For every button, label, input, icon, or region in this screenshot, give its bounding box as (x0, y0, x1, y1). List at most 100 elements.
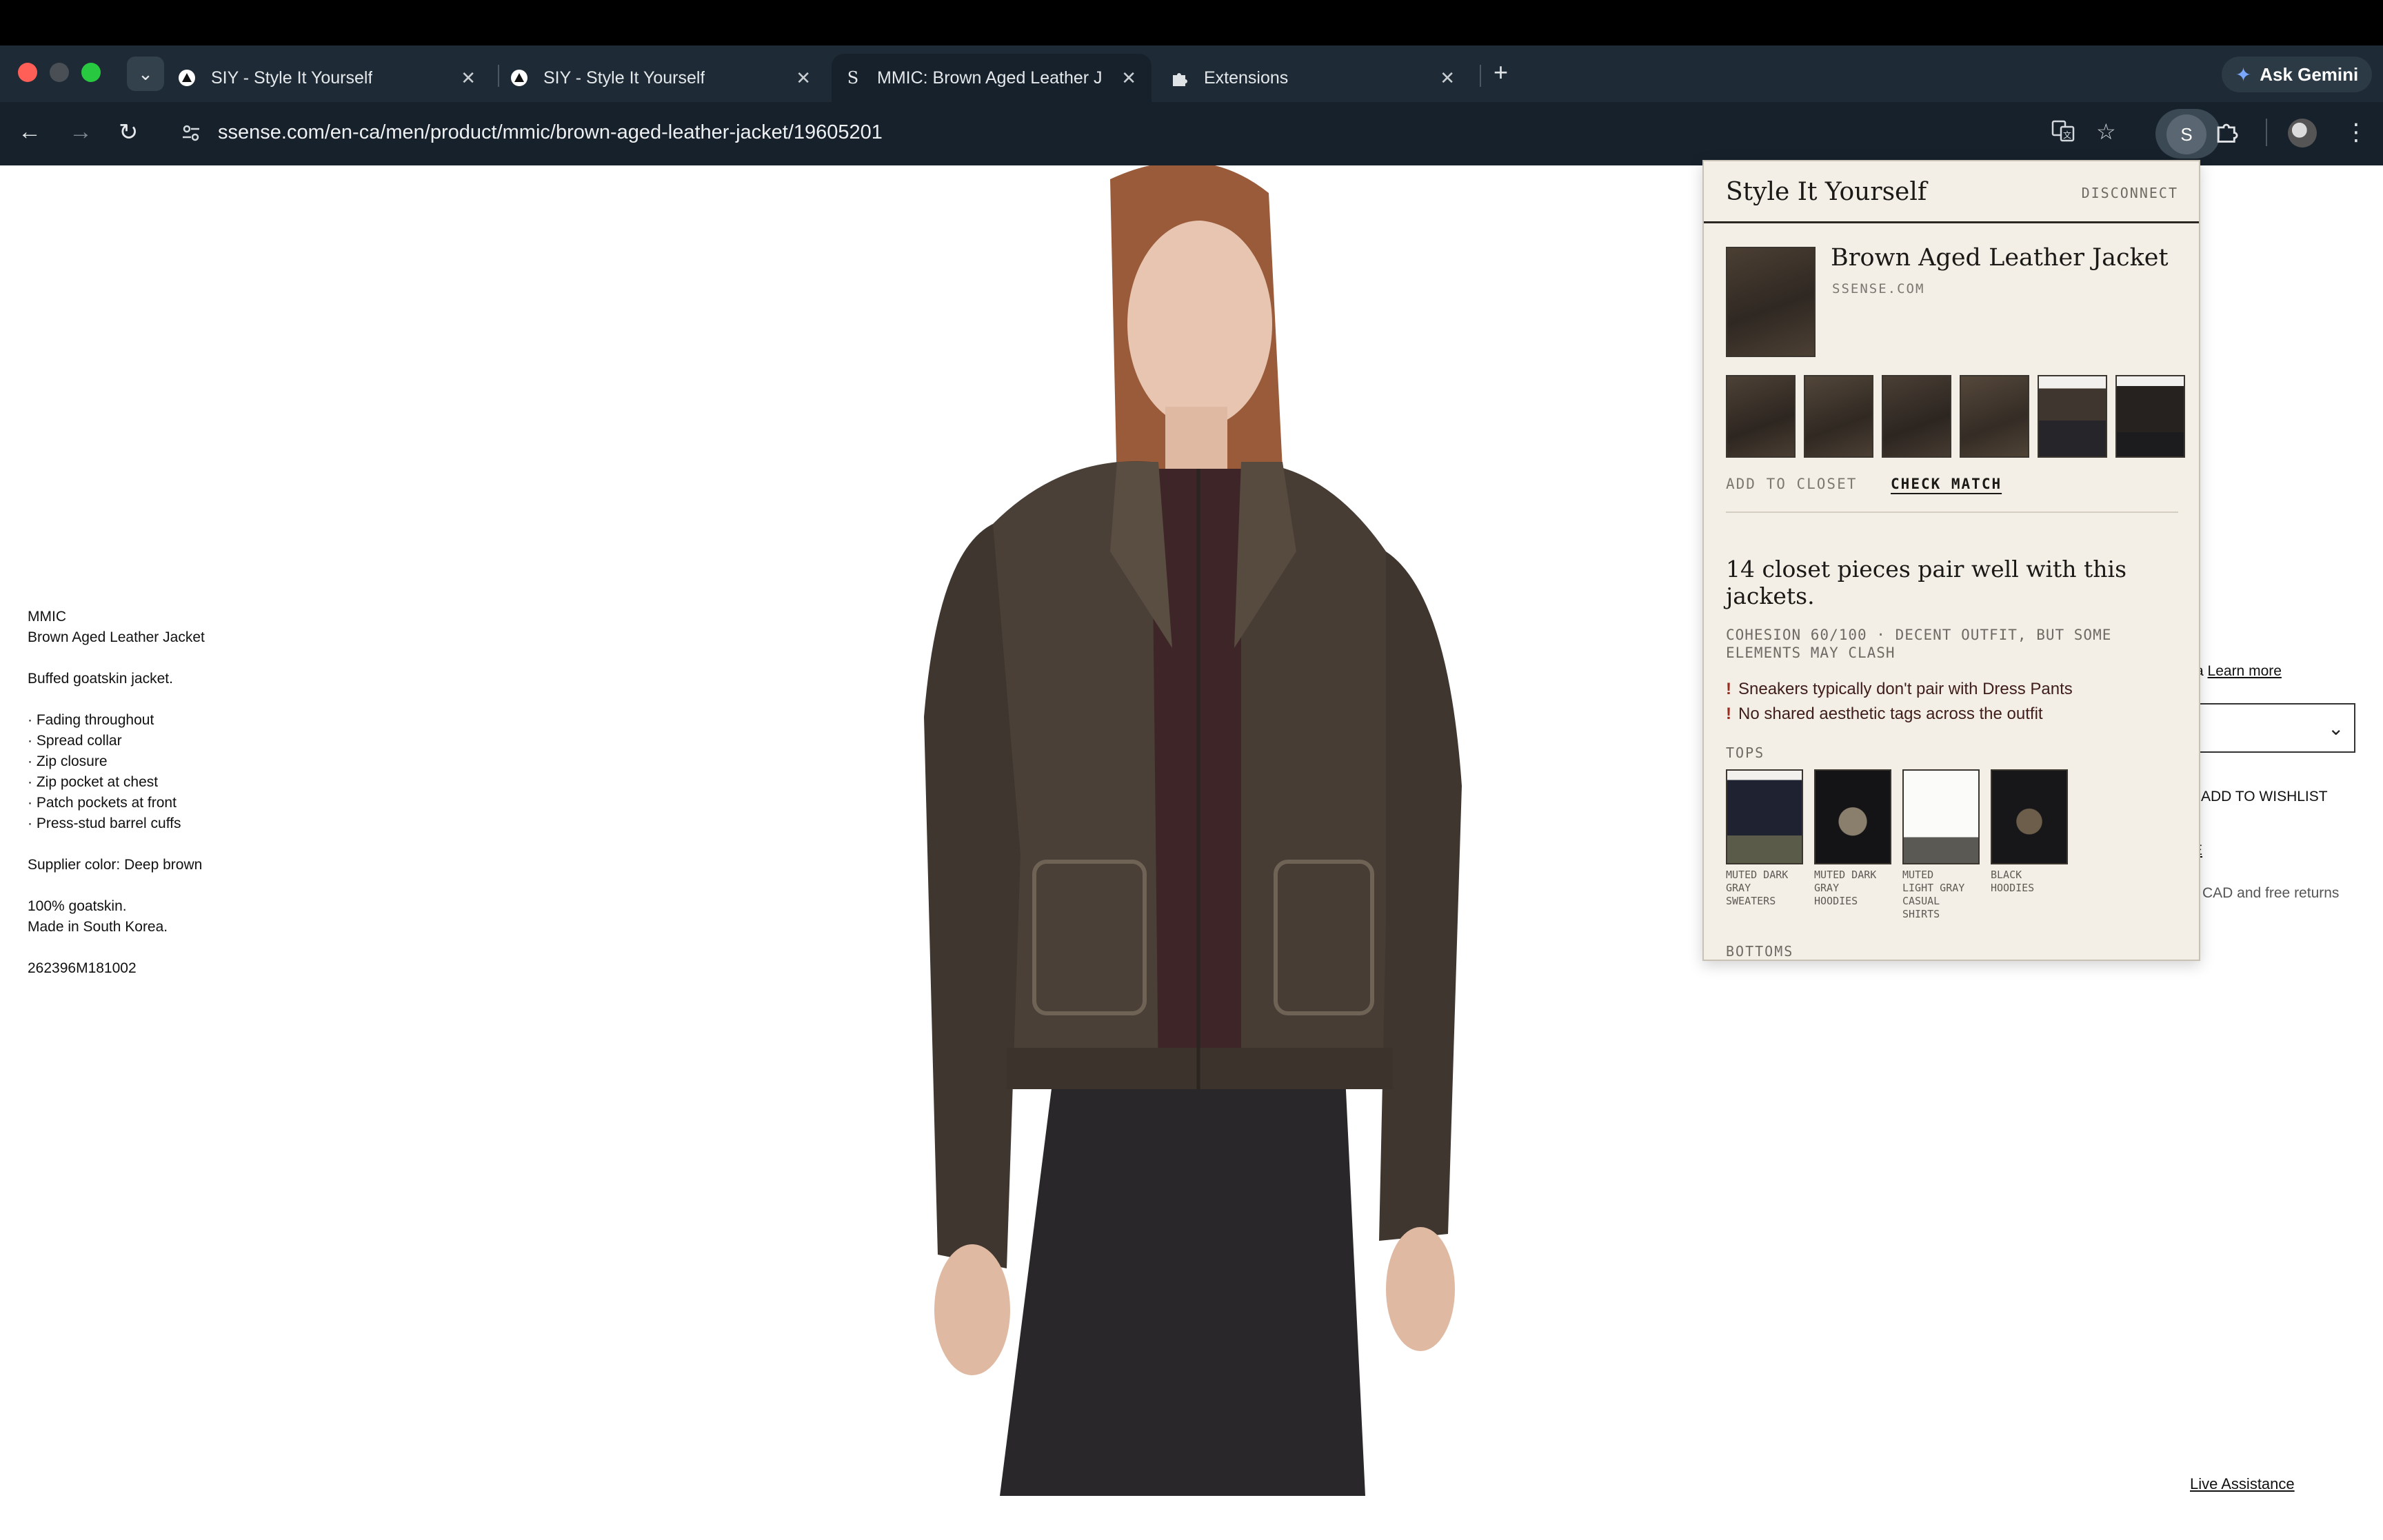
url-text[interactable]: ssense.com/en-ca/men/product/mmic/brown-… (218, 121, 883, 144)
translate-icon[interactable]: 文 (2051, 119, 2075, 149)
disconnect-button[interactable]: DISCONNECT (2082, 185, 2178, 201)
window-minimize-button[interactable] (50, 63, 69, 82)
tab-siy-1[interactable]: SIY - Style It Yourself ✕ (177, 54, 491, 102)
product-description: MMIC Brown Aged Leather Jacket Buffed go… (28, 607, 317, 979)
tab-search-button[interactable]: ⌄ (127, 57, 164, 91)
warning-text: No shared aesthetic tags across the outf… (1738, 705, 2043, 723)
reload-icon[interactable]: ↻ (119, 119, 139, 146)
feature-item: · Patch pockets at front (28, 795, 177, 811)
match-headline: 14 closet pieces pair well with this jac… (1726, 556, 2127, 609)
tab-title: SIY - Style It Yourself (211, 68, 373, 88)
material: 100% goatskin. (28, 898, 127, 914)
tab-separator (498, 65, 499, 87)
tab-separator (1480, 65, 1481, 87)
closet-item[interactable]: MUTED LIGHT GRAY CASUAL SHIRTS (1902, 769, 1980, 921)
feature-item: · Fading throughout (28, 712, 154, 728)
gallery-thumb[interactable] (2115, 375, 2185, 458)
feature-item: · Zip closure (28, 753, 108, 769)
live-assistance-link[interactable]: Live Assistance (2190, 1475, 2295, 1493)
chevron-down-icon: ⌄ (138, 63, 153, 84)
product-image-gallery (1726, 375, 2185, 458)
toolbar-separator (2266, 119, 2267, 146)
site-settings-icon[interactable] (178, 120, 204, 146)
popup-product-name: Brown Aged Leather Jacket (1831, 244, 2169, 272)
origin: Made in South Korea. (28, 919, 168, 935)
close-icon[interactable]: ✕ (796, 68, 811, 89)
tab-title: SIY - Style It Yourself (543, 68, 705, 88)
ask-gemini-button[interactable]: ✦ Ask Gemini (2222, 57, 2372, 92)
gallery-thumb[interactable] (1726, 375, 1796, 458)
window-zoom-button[interactable] (81, 63, 101, 82)
closet-item[interactable]: MUTED DARK GRAY HOODIES (1814, 769, 1891, 921)
product-photo (924, 165, 1462, 1496)
closet-item-image (1902, 769, 1980, 864)
closet-item-label: BLACK HOODIES (1991, 869, 2035, 894)
product-thumbnail (1726, 247, 1816, 357)
tab-extensions[interactable]: Extensions ✕ (1169, 54, 1470, 102)
feature-item: · Press-stud barrel cuffs (28, 815, 181, 831)
warning-item: ! Sneakers typically don't pair with Dres… (1726, 680, 2073, 699)
popup-title: Style It Yourself (1726, 178, 1927, 206)
tab-title: Extensions (1204, 68, 1289, 88)
section-label-bottoms: BOTTOMS (1726, 943, 1794, 960)
new-tab-button[interactable]: + (1494, 58, 1508, 87)
closet-item-image (1814, 769, 1891, 864)
close-icon[interactable]: ✕ (1440, 68, 1455, 89)
bookmark-star-icon[interactable]: ☆ (2096, 119, 2116, 145)
tab-ssense-product[interactable]: S MMIC: Brown Aged Leather J ✕ (832, 54, 1152, 102)
section-label-tops: TOPS (1726, 744, 1765, 761)
closet-item-image (1991, 769, 2068, 864)
close-icon[interactable]: ✕ (461, 68, 476, 89)
close-icon[interactable]: ✕ (1121, 68, 1136, 89)
sku: 262396M181002 (28, 960, 137, 976)
gallery-thumb[interactable] (1804, 375, 1873, 458)
closet-item[interactable]: BLACK HOODIES (1991, 769, 2068, 921)
shipping-note: CAD and free returns (2202, 885, 2340, 901)
closet-item[interactable]: MUTED DARK GRAY SWEATERS (1726, 769, 1803, 921)
popup-header: Style It Yourself DISCONNECT (1704, 161, 2199, 223)
check-match-tab[interactable]: CHECK MATCH (1891, 476, 2002, 492)
gallery-thumb[interactable] (2038, 375, 2107, 458)
closet-item-label: MUTED DARK GRAY HOODIES (1814, 869, 1877, 907)
screen-top-bezel (0, 0, 2383, 45)
window-close-button[interactable] (18, 63, 37, 82)
learn-more-link[interactable]: Learn more (2208, 663, 2282, 679)
siy-extension-icon[interactable]: S (2166, 114, 2206, 154)
closet-item-label: MUTED DARK GRAY SWEATERS (1726, 869, 1789, 907)
chevron-down-icon[interactable]: ⌄ (2328, 717, 2344, 740)
add-to-wishlist-button[interactable]: ADD TO WISHLIST (2201, 789, 2328, 805)
warning-item: ! No shared aesthetic tags across the out… (1726, 705, 2043, 724)
letter-s-icon: S (847, 68, 859, 88)
back-arrow-icon[interactable]: ← (18, 119, 41, 145)
feature-item: · Spread collar (28, 733, 122, 749)
gallery-thumb[interactable] (1960, 375, 2029, 458)
ask-gemini-label: Ask Gemini (2260, 63, 2359, 85)
gemini-spark-icon: ✦ (2235, 63, 2252, 85)
svg-text:文: 文 (2063, 130, 2071, 140)
triangle-logo-icon (177, 68, 197, 88)
gallery-thumb[interactable] (1882, 375, 1951, 458)
product-summary: Buffed goatskin jacket. (28, 671, 173, 687)
cohesion-score: COHESION 60/100 · DECENT OUTFIT, BUT SOM… (1726, 627, 2112, 661)
tab-siy-2[interactable]: SIY - Style It Yourself ✕ (509, 54, 826, 102)
popup-actions: ADD TO CLOSET CHECK MATCH (1726, 476, 2002, 492)
tab-title: MMIC: Brown Aged Leather J (877, 68, 1103, 88)
product-name: Brown Aged Leather Jacket (28, 629, 205, 645)
tops-list: MUTED DARK GRAY SWEATERS MUTED DARK GRAY… (1726, 769, 2068, 921)
payment-note: a Learn more (2195, 663, 2282, 680)
extensions-puzzle-icon[interactable] (2215, 119, 2240, 150)
product-brand: MMIC (28, 609, 66, 625)
puzzle-icon (1169, 68, 1190, 88)
supplier-color: Supplier color: Deep brown (28, 857, 203, 873)
warning-icon: ! (1726, 680, 1731, 698)
kebab-menu-icon[interactable]: ⋮ (2344, 119, 2368, 146)
siy-extension-popup: Style It Yourself DISCONNECT Brown Aged … (1702, 160, 2200, 961)
popup-product-domain: SSENSE.COM (1832, 281, 1925, 296)
warning-text: Sneakers typically don't pair with Dress… (1738, 680, 2073, 698)
profile-avatar[interactable] (2288, 119, 2317, 148)
closet-item-image (1726, 769, 1803, 864)
divider (1726, 511, 2178, 513)
forward-arrow-icon[interactable]: → (69, 119, 92, 145)
add-to-closet-button[interactable]: ADD TO CLOSET (1726, 476, 1857, 492)
closet-item-label: MUTED LIGHT GRAY CASUAL SHIRTS (1902, 869, 1965, 920)
